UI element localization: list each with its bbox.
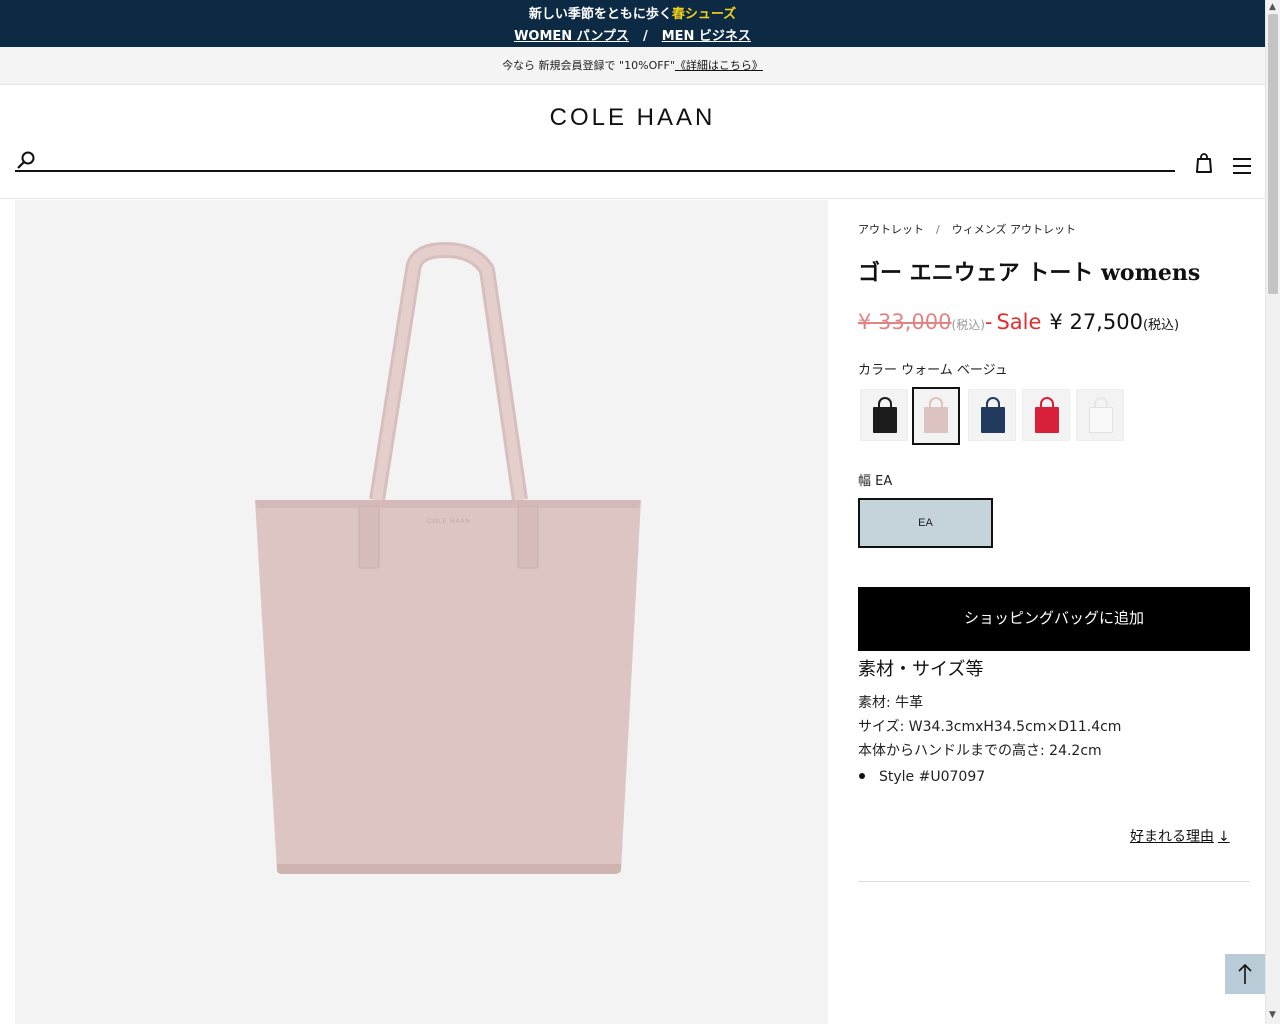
product-image-gallery[interactable]: COLE HAAN [15,200,828,1024]
notice-details-link[interactable]: 《詳細はこちら》 [675,59,763,72]
swatch-red[interactable] [1022,389,1070,441]
arrow-down-icon: ↓ [1218,829,1230,845]
hamburger-menu-icon[interactable] [1232,157,1252,175]
color-label: カラー ウォーム ベージュ [858,363,1008,378]
search-icon[interactable] [16,150,38,172]
promo-separator: / [642,29,648,44]
why-loved-link[interactable]: 好まれる理由 ↓ [1130,826,1230,846]
promo-headline: 新しい季節をともに歩く春シューズ [0,3,1265,22]
arrow-up-icon [1238,963,1252,984]
promo-text: 新しい季節をともに歩く [528,7,672,22]
men-business-link[interactable]: MEN ビジネス [662,29,751,44]
promo-links: WOMEN パンプス / MEN ビジネス [0,25,1265,44]
scroll-thumb[interactable] [1268,14,1278,294]
spec-size: サイズ: W34.3cmxH34.5cm×D11.4cm [858,719,1122,735]
women-pumps-link[interactable]: WOMEN パンプス [514,29,629,44]
page-scrollbar[interactable]: ▲ ▼ [1265,0,1280,1024]
spec-heading: 素材・サイズ等 [858,659,984,680]
sale-tax-label: (税込) [1142,318,1180,333]
breadcrumb-womens-outlet[interactable]: ウィメンズ アウトレット [952,223,1076,236]
breadcrumb-outlet[interactable]: アウトレット [858,223,924,236]
spec-handle-height: 本体からハンドルまでの高さ: 24.2cm [858,743,1102,759]
width-label: 幅 EA [858,474,893,489]
brand-logo[interactable]: COLE HAAN [0,104,1265,132]
price-block: ¥ 33,000(税込)- Sale ¥ 27,500(税込) [858,310,1179,334]
back-to-top-button[interactable] [1225,954,1265,994]
tote-bag-image: COLE HAAN [255,242,641,874]
promo-highlight[interactable]: 春シューズ [672,7,736,22]
swatch-black[interactable] [860,389,908,441]
shopping-bag-icon[interactable] [1194,152,1214,174]
swatch-white[interactable] [1076,389,1124,441]
style-number: Style #U07097 [879,769,986,785]
spec-material: 素材: 牛革 [858,695,924,711]
search-input[interactable] [15,170,1175,172]
breadcrumb-separator: / [936,223,940,236]
product-title: ゴー エニウェア トート womens [858,260,1201,286]
original-price: ¥ 33,000 [858,310,952,334]
color-swatches [858,387,1250,445]
sale-price: ¥ 27,500 [1049,310,1143,334]
notice-text: 今なら 新規会員登録で "10%OFF" [502,59,675,72]
promo-banner: 新しい季節をともに歩く春シューズ WOMEN パンプス / MEN ビジネス [0,0,1265,47]
bag-logo-text: COLE HAAN [427,519,471,525]
swatch-warm-beige[interactable] [912,387,960,445]
swatch-navy[interactable] [968,389,1016,441]
add-to-bag-button[interactable]: ショッピングバッグに追加 [858,587,1250,651]
sale-label: Sale [996,310,1042,334]
section-divider [858,881,1250,882]
member-notice-bar: 今なら 新規会員登録で "10%OFF"《詳細はこちら》 [0,47,1265,85]
bullet-icon [859,773,865,779]
original-tax-label: (税込) [951,318,985,332]
breadcrumb: アウトレット / ウィメンズ アウトレット [858,221,1076,237]
width-option-ea[interactable]: EA [858,498,993,548]
site-header: COLE HAAN [0,86,1265,199]
price-dash: - [984,310,993,334]
scroll-down-icon[interactable]: ▼ [1269,1010,1276,1020]
scroll-up-icon[interactable]: ▲ [1269,2,1276,12]
style-number-item: Style #U07097 [858,769,985,785]
why-loved-label: 好まれる理由 [1130,829,1214,845]
